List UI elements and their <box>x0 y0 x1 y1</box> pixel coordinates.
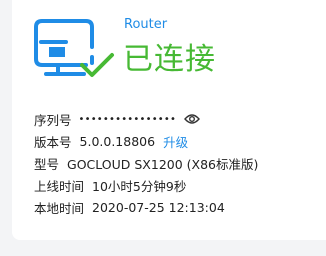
model-value: GOCLOUD SX1200 (X86标准版) <box>67 156 259 172</box>
serial-row: 序列号 •••••••••••••••• <box>34 108 258 130</box>
local-time-value: 2020-07-25 12:13:04 <box>92 199 225 215</box>
version-label: 版本号 <box>34 134 72 150</box>
uptime-row: 上线时间 10小时5分钟9秒 <box>34 174 258 196</box>
eye-icon[interactable] <box>184 113 201 125</box>
model-label: 型号 <box>34 156 60 172</box>
model-row: 型号 GOCLOUD SX1200 (X86标准版) <box>34 152 258 174</box>
device-info-list: 序列号 •••••••••••••••• 版本号 5.0.0.18806 升级 … <box>34 108 258 218</box>
version-row: 版本号 5.0.0.18806 升级 <box>34 130 258 152</box>
device-type-label: Router <box>124 17 168 32</box>
local-time-row: 本地时间 2020-07-25 12:13:04 <box>34 196 258 218</box>
device-status-card: Router 已连接 序列号 •••••••••••••••• 版本号 5.0.… <box>12 0 326 240</box>
serial-label: 序列号 <box>34 112 72 128</box>
uptime-value: 10小时5分钟9秒 <box>92 178 187 194</box>
router-connected-icon <box>32 17 118 81</box>
upgrade-link[interactable]: 升级 <box>163 132 188 151</box>
version-value: 5.0.0.18806 <box>79 133 156 149</box>
uptime-label: 上线时间 <box>34 178 85 194</box>
connection-status-title: 已连接 <box>123 42 216 77</box>
serial-masked-value: •••••••••••••••• <box>78 113 177 125</box>
local-time-label: 本地时间 <box>34 200 85 216</box>
